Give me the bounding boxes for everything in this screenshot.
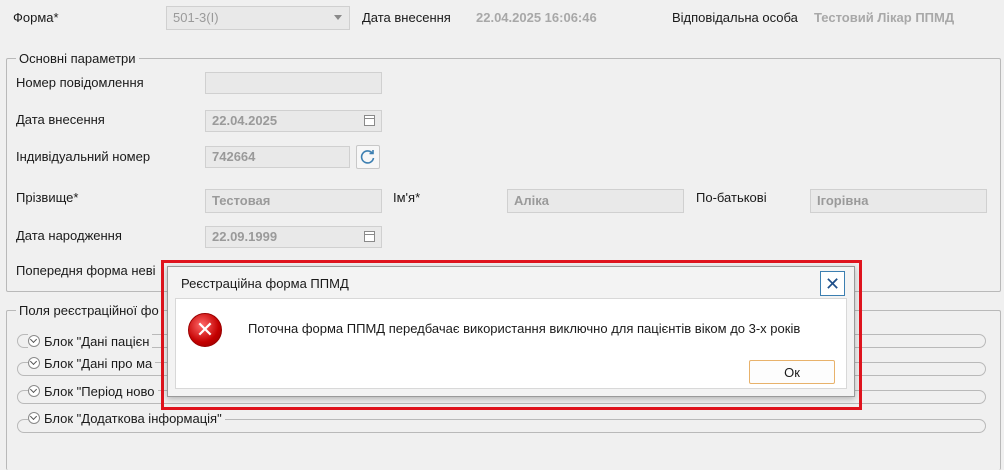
refresh-icon [360,150,375,164]
message-number-label: Номер повідомлення [16,75,144,90]
block-header[interactable]: Блок "Додаткова інформація" [28,409,225,427]
error-icon: ✕ [188,313,222,347]
block-header[interactable]: Блок "Дані пацієн [28,332,153,350]
entry-date-field-value: 22.04.2025 [212,113,278,128]
birth-date-label: Дата народження [16,228,122,243]
close-icon: ✕ [824,273,841,294]
block-title: Блок "Дані пацієн [44,333,150,349]
block-title: Блок "Дані про ма [44,355,153,371]
refresh-button[interactable] [356,145,380,169]
block-title: Блок "Додаткова інформація" [44,410,222,426]
calendar-icon[interactable] [364,231,375,242]
error-dialog: Реєстраційна форма ППМД ✕ ✕ Поточна форм… [167,266,855,397]
responsible-value: Тестовий Лікар ППМД [814,10,955,25]
calendar-icon[interactable] [364,115,375,126]
block-header[interactable]: Блок "Період ново [28,382,158,400]
name-label: Ім'я* [393,190,421,205]
individual-number-field[interactable]: 742664 [205,146,350,168]
prev-form-label: Попередня форма неві [16,263,156,278]
chevron-down-icon [334,15,342,20]
name-field[interactable]: Аліка [507,189,684,213]
responsible-label: Відповідальна особа [672,10,798,25]
main-params-legend: Основні параметри [16,51,139,66]
entry-date-field[interactable]: 22.04.2025 [205,110,382,132]
block-title: Блок "Період ново [44,383,155,399]
chevron-down-icon[interactable] [28,335,40,347]
message-number-field[interactable] [205,72,382,94]
chevron-down-icon[interactable] [28,357,40,369]
chevron-down-icon[interactable] [28,385,40,397]
entry-date-label: Дата внесення [362,10,451,25]
dialog-body: ✕ Поточна форма ППМД передбачає використ… [175,298,847,389]
close-button[interactable]: ✕ [820,271,845,296]
main-params-group [6,58,1001,292]
birth-date-field[interactable]: 22.09.1999 [205,226,382,248]
chevron-down-icon[interactable] [28,412,40,424]
entry-date-value: 22.04.2025 16:06:46 [476,10,597,25]
ok-button[interactable]: Ок [749,360,835,384]
patronymic-label: По-батькові [696,190,767,205]
form-select-value: 501-3(I) [173,10,219,25]
reg-fields-legend: Поля реєстраційної фо [16,303,162,318]
error-icon-glyph: ✕ [195,317,215,342]
birth-date-field-value: 22.09.1999 [212,229,278,244]
dialog-message: Поточна форма ППМД передбачає використан… [248,321,801,336]
patronymic-field[interactable]: Ігорівна [810,189,987,213]
individual-number-label: Індивідуальний номер [16,149,151,164]
block-header[interactable]: Блок "Дані про ма [28,354,156,372]
surname-field[interactable]: Тестовая [205,189,382,213]
form-label: Форма* [13,10,59,25]
surname-label: Прізвище* [16,190,79,205]
entry-date-label-2: Дата внесення [16,112,105,127]
dialog-title: Реєстраційна форма ППМД [181,276,349,291]
form-select[interactable]: 501-3(I) [166,6,350,30]
